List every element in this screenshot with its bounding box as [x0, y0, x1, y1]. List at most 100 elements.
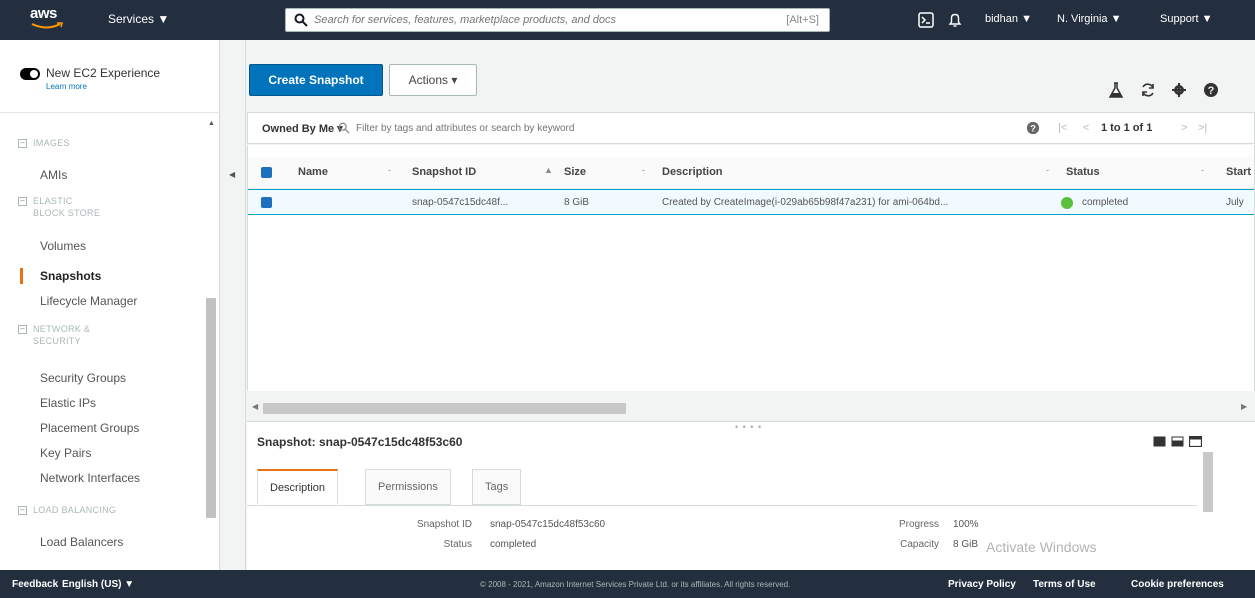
prev-page-icon[interactable]: < — [1083, 122, 1089, 134]
tab-permissions[interactable]: Permissions — [365, 469, 451, 505]
search-icon — [294, 13, 308, 27]
sidebar-item-elastic-ips[interactable]: Elastic IPs — [40, 396, 96, 410]
section-images[interactable]: – IMAGES — [18, 137, 163, 149]
svg-text:?: ? — [1030, 124, 1036, 135]
field-label-status: Status — [443, 539, 472, 550]
language-selector[interactable]: English (US) ▼ — [62, 579, 134, 590]
services-menu[interactable]: Services ▼ — [108, 12, 169, 26]
layout-split-icon[interactable] — [1171, 436, 1184, 447]
terminal-icon[interactable] — [918, 12, 934, 28]
cell-size: 8 GiB — [564, 197, 590, 208]
sidebar-item-lifecycle-manager[interactable]: Lifecycle Manager — [40, 294, 137, 308]
tab-tags[interactable]: Tags — [472, 469, 522, 505]
sidebar-item-key-pairs[interactable]: Key Pairs — [40, 446, 91, 460]
aws-logo-text: aws — [30, 5, 57, 22]
new-experience-label: New EC2 Experience — [46, 66, 161, 80]
sidebar-collapse-tab[interactable]: ◀ — [220, 40, 246, 570]
field-value-snapshot-id: snap-0547c15dc48f53c60 — [490, 519, 606, 530]
actions-button[interactable]: Actions ▾ — [389, 64, 477, 96]
gear-icon[interactable] — [1171, 82, 1187, 98]
pagination-count: 1 to 1 of 1 — [1101, 122, 1153, 134]
column-separator: - — [388, 165, 391, 175]
first-page-icon[interactable]: |< — [1058, 122, 1067, 134]
sidebar-item-network-interfaces[interactable]: Network Interfaces — [40, 471, 140, 485]
bell-icon[interactable] — [947, 12, 963, 28]
column-name[interactable]: Name — [298, 166, 328, 178]
field-label-snapshot-id: Snapshot ID — [416, 519, 472, 530]
region-menu[interactable]: N. Virginia ▼ — [1057, 13, 1122, 25]
toggle-switch[interactable] — [20, 68, 40, 80]
search-bar[interactable]: [Alt+S] — [285, 8, 830, 32]
field-label-progress: Progress — [898, 519, 939, 530]
collapse-icon: – — [18, 197, 27, 206]
column-start[interactable]: Start — [1226, 166, 1251, 178]
activate-windows-watermark: Activate Windows — [986, 539, 1097, 555]
sidebar-item-snapshots[interactable]: Snapshots — [40, 269, 101, 283]
column-snapshot-id[interactable]: Snapshot ID — [412, 166, 476, 178]
column-separator: - — [1201, 165, 1204, 175]
sidebar-item-volumes[interactable]: Volumes — [40, 239, 86, 253]
cell-start: July — [1226, 197, 1244, 208]
aws-logo[interactable]: aws — [30, 6, 66, 32]
select-all-checkbox[interactable] — [261, 167, 272, 178]
snapshots-table: Name - Snapshot ID ▲ Size - Description … — [247, 145, 1255, 391]
create-snapshot-button[interactable]: Create Snapshot — [249, 64, 383, 96]
details-vertical-scrollbar[interactable] — [1203, 452, 1213, 512]
last-page-icon[interactable]: >| — [1198, 122, 1207, 134]
scroll-left-icon[interactable]: ◀ — [252, 402, 258, 411]
next-page-icon[interactable]: > — [1181, 122, 1187, 134]
filter-input[interactable] — [356, 122, 956, 134]
new-experience-toggle-row[interactable]: New EC2 Experience Learn more — [20, 67, 160, 93]
support-menu[interactable]: Support ▼ — [1160, 13, 1212, 25]
table-horizontal-scrollbar[interactable] — [263, 403, 626, 414]
learn-more-link[interactable]: Learn more — [46, 80, 160, 93]
search-input[interactable] — [314, 14, 787, 26]
cookie-preferences-link[interactable]: Cookie preferences — [1131, 579, 1224, 590]
copyright-text: © 2008 - 2021, Amazon Internet Services … — [480, 580, 791, 589]
section-network-security[interactable]: – NETWORK & SECURITY — [18, 323, 103, 347]
main-content: Create Snapshot Actions ▾ ? Owned By Me … — [247, 40, 1255, 570]
column-status[interactable]: Status — [1066, 166, 1100, 178]
scroll-right-icon[interactable]: ▶ — [1241, 402, 1247, 411]
search-icon — [338, 122, 350, 134]
user-menu[interactable]: bidhan ▼ — [985, 13, 1032, 25]
column-description[interactable]: Description — [662, 166, 723, 178]
terms-of-use-link[interactable]: Terms of Use — [1033, 579, 1096, 590]
cell-snapshot-id: snap-0547c15dc48f... — [412, 197, 509, 208]
sidebar-item-security-groups[interactable]: Security Groups — [40, 371, 126, 385]
field-value-progress: 100% — [953, 519, 979, 530]
column-size[interactable]: Size — [564, 166, 586, 178]
layout-bottom-icon[interactable] — [1153, 436, 1166, 447]
tab-description[interactable]: Description — [257, 469, 339, 505]
owned-by-dropdown[interactable]: Owned By Me ▾ — [262, 122, 343, 135]
top-nav: aws Services ▼ [Alt+S] bidhan ▼ N. Virgi… — [0, 0, 1255, 40]
svg-text:?: ? — [1208, 85, 1215, 97]
filter-field[interactable] — [338, 117, 978, 139]
sort-asc-icon[interactable]: ▲ — [544, 165, 553, 175]
sidebar-item-amis[interactable]: AMIs — [40, 168, 67, 182]
filter-bar: Owned By Me ▾ ? |< < 1 to 1 of 1 > >| — [247, 112, 1255, 144]
row-checkbox[interactable] — [261, 197, 272, 208]
collapse-left-icon: ◀ — [229, 170, 236, 179]
section-load-balancing[interactable]: – LOAD BALANCING — [18, 504, 173, 516]
sidebar-item-placement-groups[interactable]: Placement Groups — [40, 421, 139, 435]
footer: Feedback English (US) ▼ © 2008 - 2021, A… — [0, 570, 1255, 598]
help-icon[interactable]: ? — [1203, 82, 1219, 98]
flask-icon[interactable] — [1109, 82, 1123, 98]
help-icon[interactable]: ? — [1026, 121, 1040, 135]
table-header: Name - Snapshot ID ▲ Size - Description … — [248, 157, 1254, 189]
table-row[interactable]: snap-0547c15dc48f... 8 GiB Created by Cr… — [248, 189, 1254, 215]
sidebar-item-load-balancers[interactable]: Load Balancers — [40, 535, 123, 549]
details-panel: • • • • Snapshot: snap-0547c15dc48f53c60… — [247, 421, 1255, 570]
details-title: Snapshot: snap-0547c15dc48f53c60 — [257, 435, 463, 449]
refresh-icon[interactable] — [1140, 82, 1156, 98]
feedback-link[interactable]: Feedback — [12, 579, 58, 590]
divider — [0, 112, 219, 113]
resize-handle[interactable]: • • • • — [735, 422, 762, 432]
scroll-up-arrow-icon[interactable]: ▲ — [208, 120, 215, 127]
collapse-icon: – — [18, 325, 27, 334]
sidebar-scrollbar[interactable] — [206, 298, 216, 518]
privacy-policy-link[interactable]: Privacy Policy — [948, 579, 1016, 590]
layout-full-icon[interactable] — [1189, 436, 1202, 447]
section-elastic-block-store[interactable]: – ELASTIC BLOCK STORE — [18, 195, 103, 219]
